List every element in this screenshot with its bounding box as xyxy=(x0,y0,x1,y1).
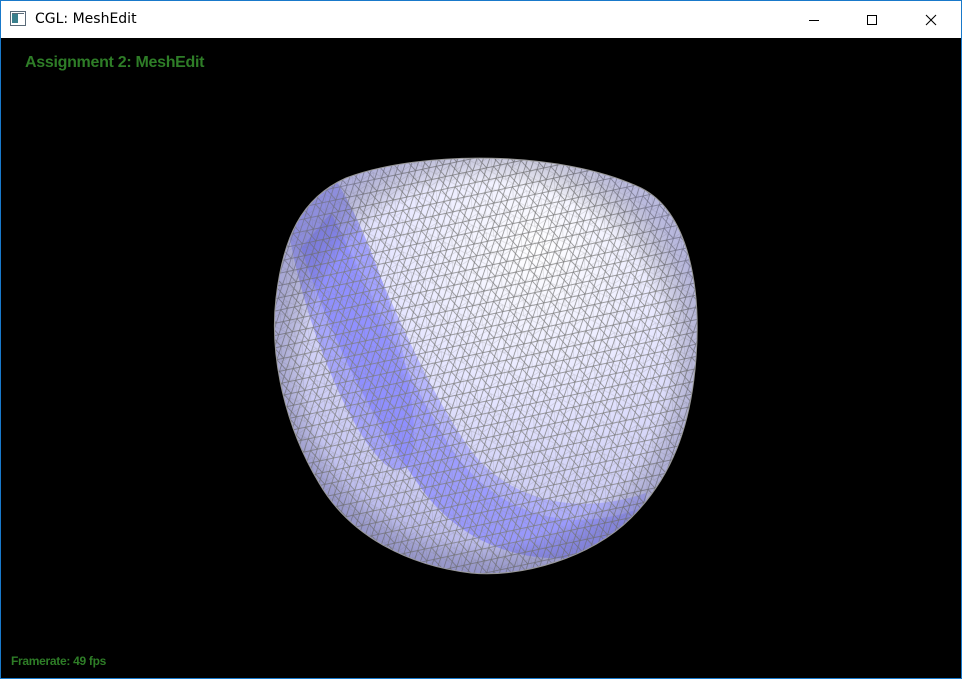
minimize-button[interactable] xyxy=(791,1,837,38)
title-bar[interactable]: CGL: MeshEdit xyxy=(1,1,961,38)
framerate-label: Framerate: xyxy=(11,654,71,668)
minimize-icon xyxy=(809,19,819,21)
render-viewport[interactable]: Assignment 2: MeshEdit Framerate: 49 fps xyxy=(1,38,961,678)
framerate-value: 49 xyxy=(73,654,86,668)
app-window-icon xyxy=(10,11,26,26)
close-button[interactable] xyxy=(908,1,954,38)
mesh-render[interactable] xyxy=(1,38,961,678)
app-window: CGL: MeshEdit Assignment 2: MeshEdit Fra… xyxy=(0,0,962,679)
close-icon xyxy=(925,14,937,25)
framerate-unit: fps xyxy=(88,654,106,668)
maximize-icon xyxy=(867,14,877,25)
framerate-readout: Framerate: 49 fps xyxy=(11,654,106,668)
window-title: CGL: MeshEdit xyxy=(35,11,137,27)
mesh-shape xyxy=(273,157,698,575)
assignment-title: Assignment 2: MeshEdit xyxy=(25,54,205,71)
maximize-button[interactable] xyxy=(849,1,895,38)
